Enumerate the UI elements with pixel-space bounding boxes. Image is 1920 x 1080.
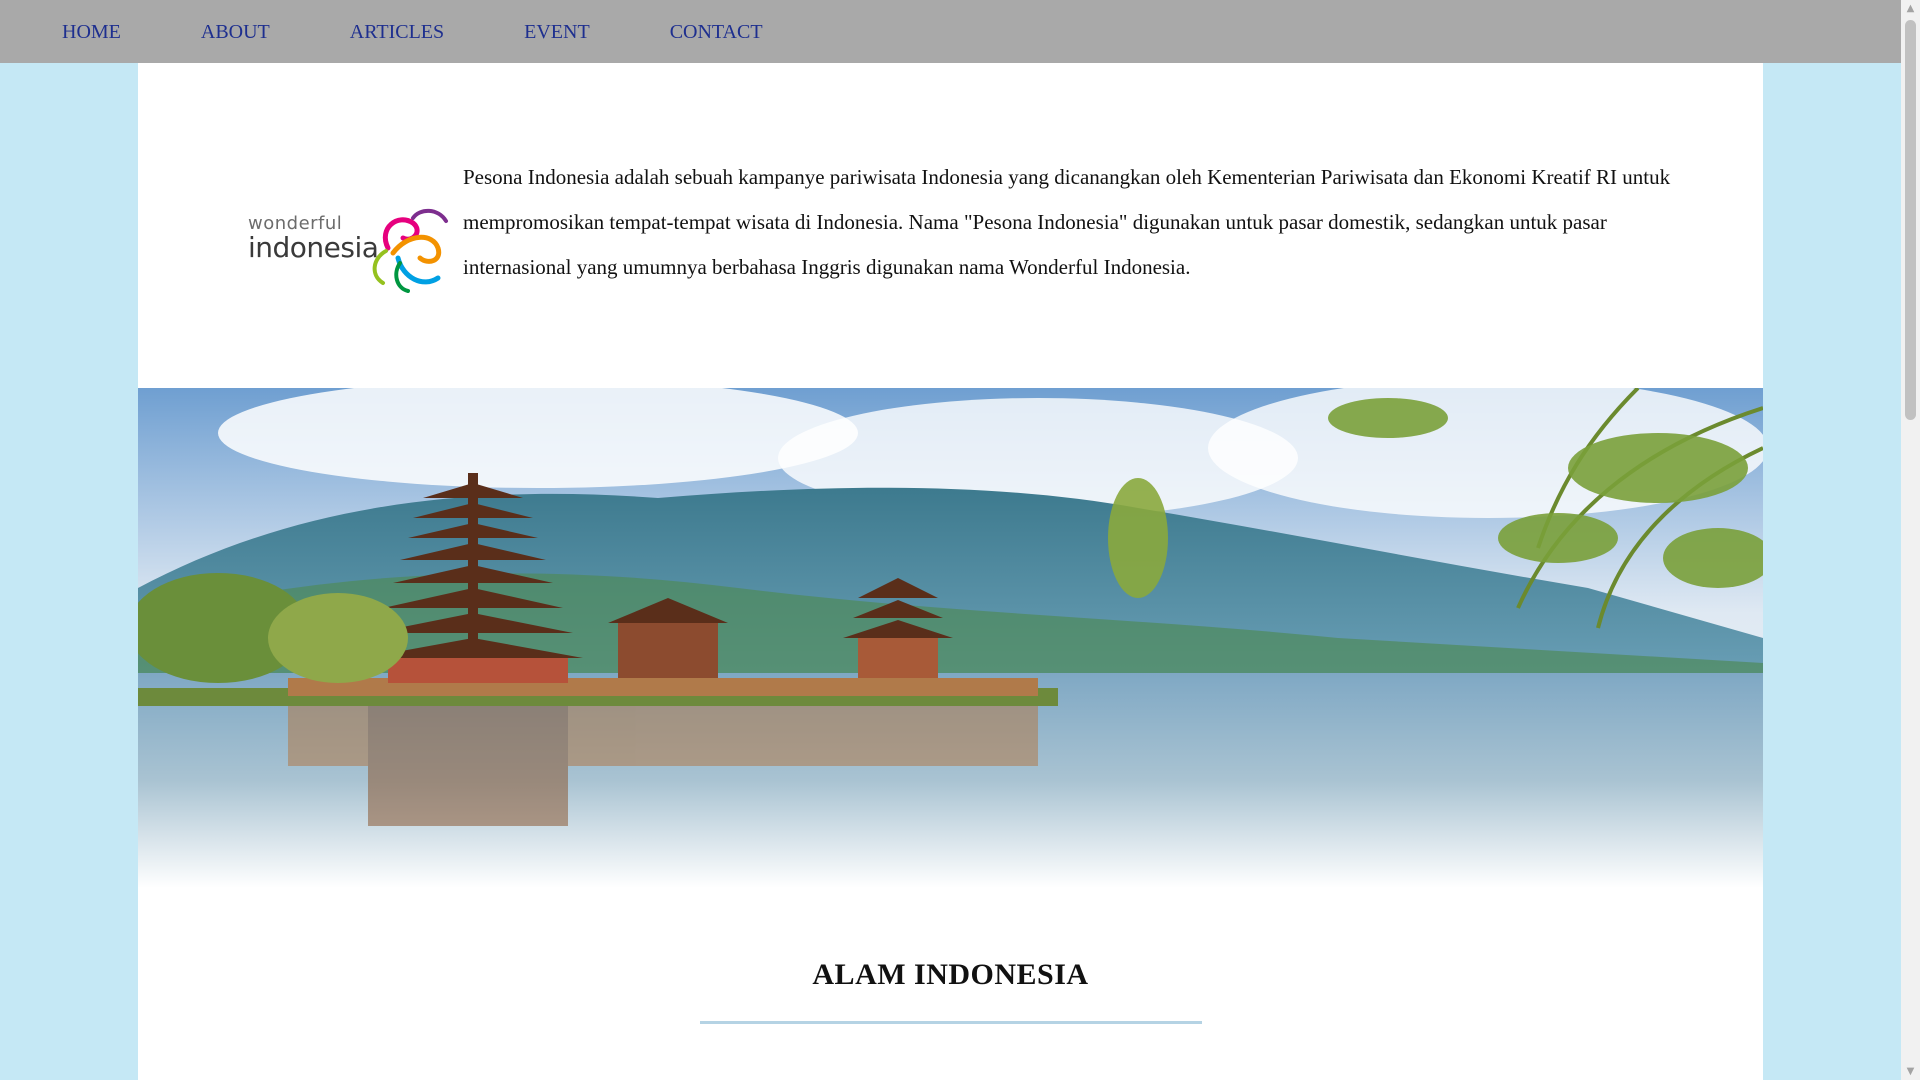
hero-image	[138, 388, 1763, 888]
scroll-down-arrow-icon[interactable]: ▼	[1901, 1063, 1920, 1080]
scrollbar-thumb[interactable]	[1905, 20, 1916, 420]
vertical-scrollbar[interactable]: ▲ ▼	[1901, 0, 1920, 1080]
nav-link-contact[interactable]: CONTACT	[630, 22, 803, 42]
nav-menu: HOME ABOUT ARTICLES EVENT CONTACT	[0, 0, 1901, 63]
nav-item-articles: ARTICLES	[310, 22, 484, 42]
nav-link-event[interactable]: EVENT	[484, 22, 630, 42]
top-navbar: HOME ABOUT ARTICLES EVENT CONTACT	[0, 0, 1901, 63]
nav-link-about[interactable]: ABOUT	[161, 22, 310, 42]
logo-swirl-icon	[372, 208, 448, 293]
nav-item-home: HOME	[0, 22, 161, 42]
nav-item-event: EVENT	[484, 22, 630, 42]
main-container: wonderful indonesia Pesona Indonesia ada…	[138, 63, 1763, 1080]
hero-landscape-illustration	[138, 388, 1763, 888]
intro-paragraph: Pesona Indonesia adalah sebuah kampanye …	[463, 165, 1671, 279]
intro-section: wonderful indonesia Pesona Indonesia ada…	[138, 63, 1763, 388]
scroll-up-arrow-icon[interactable]: ▲	[1901, 0, 1920, 17]
nav-link-articles[interactable]: ARTICLES	[310, 22, 484, 42]
section-title-underline	[700, 1021, 1202, 1024]
section-title: ALAM INDONESIA	[812, 958, 1089, 991]
wonderful-indonesia-logo: wonderful indonesia	[248, 203, 458, 293]
nav-item-about: ABOUT	[161, 22, 310, 42]
nav-link-home[interactable]: HOME	[0, 22, 161, 42]
nav-item-contact: CONTACT	[630, 22, 803, 42]
